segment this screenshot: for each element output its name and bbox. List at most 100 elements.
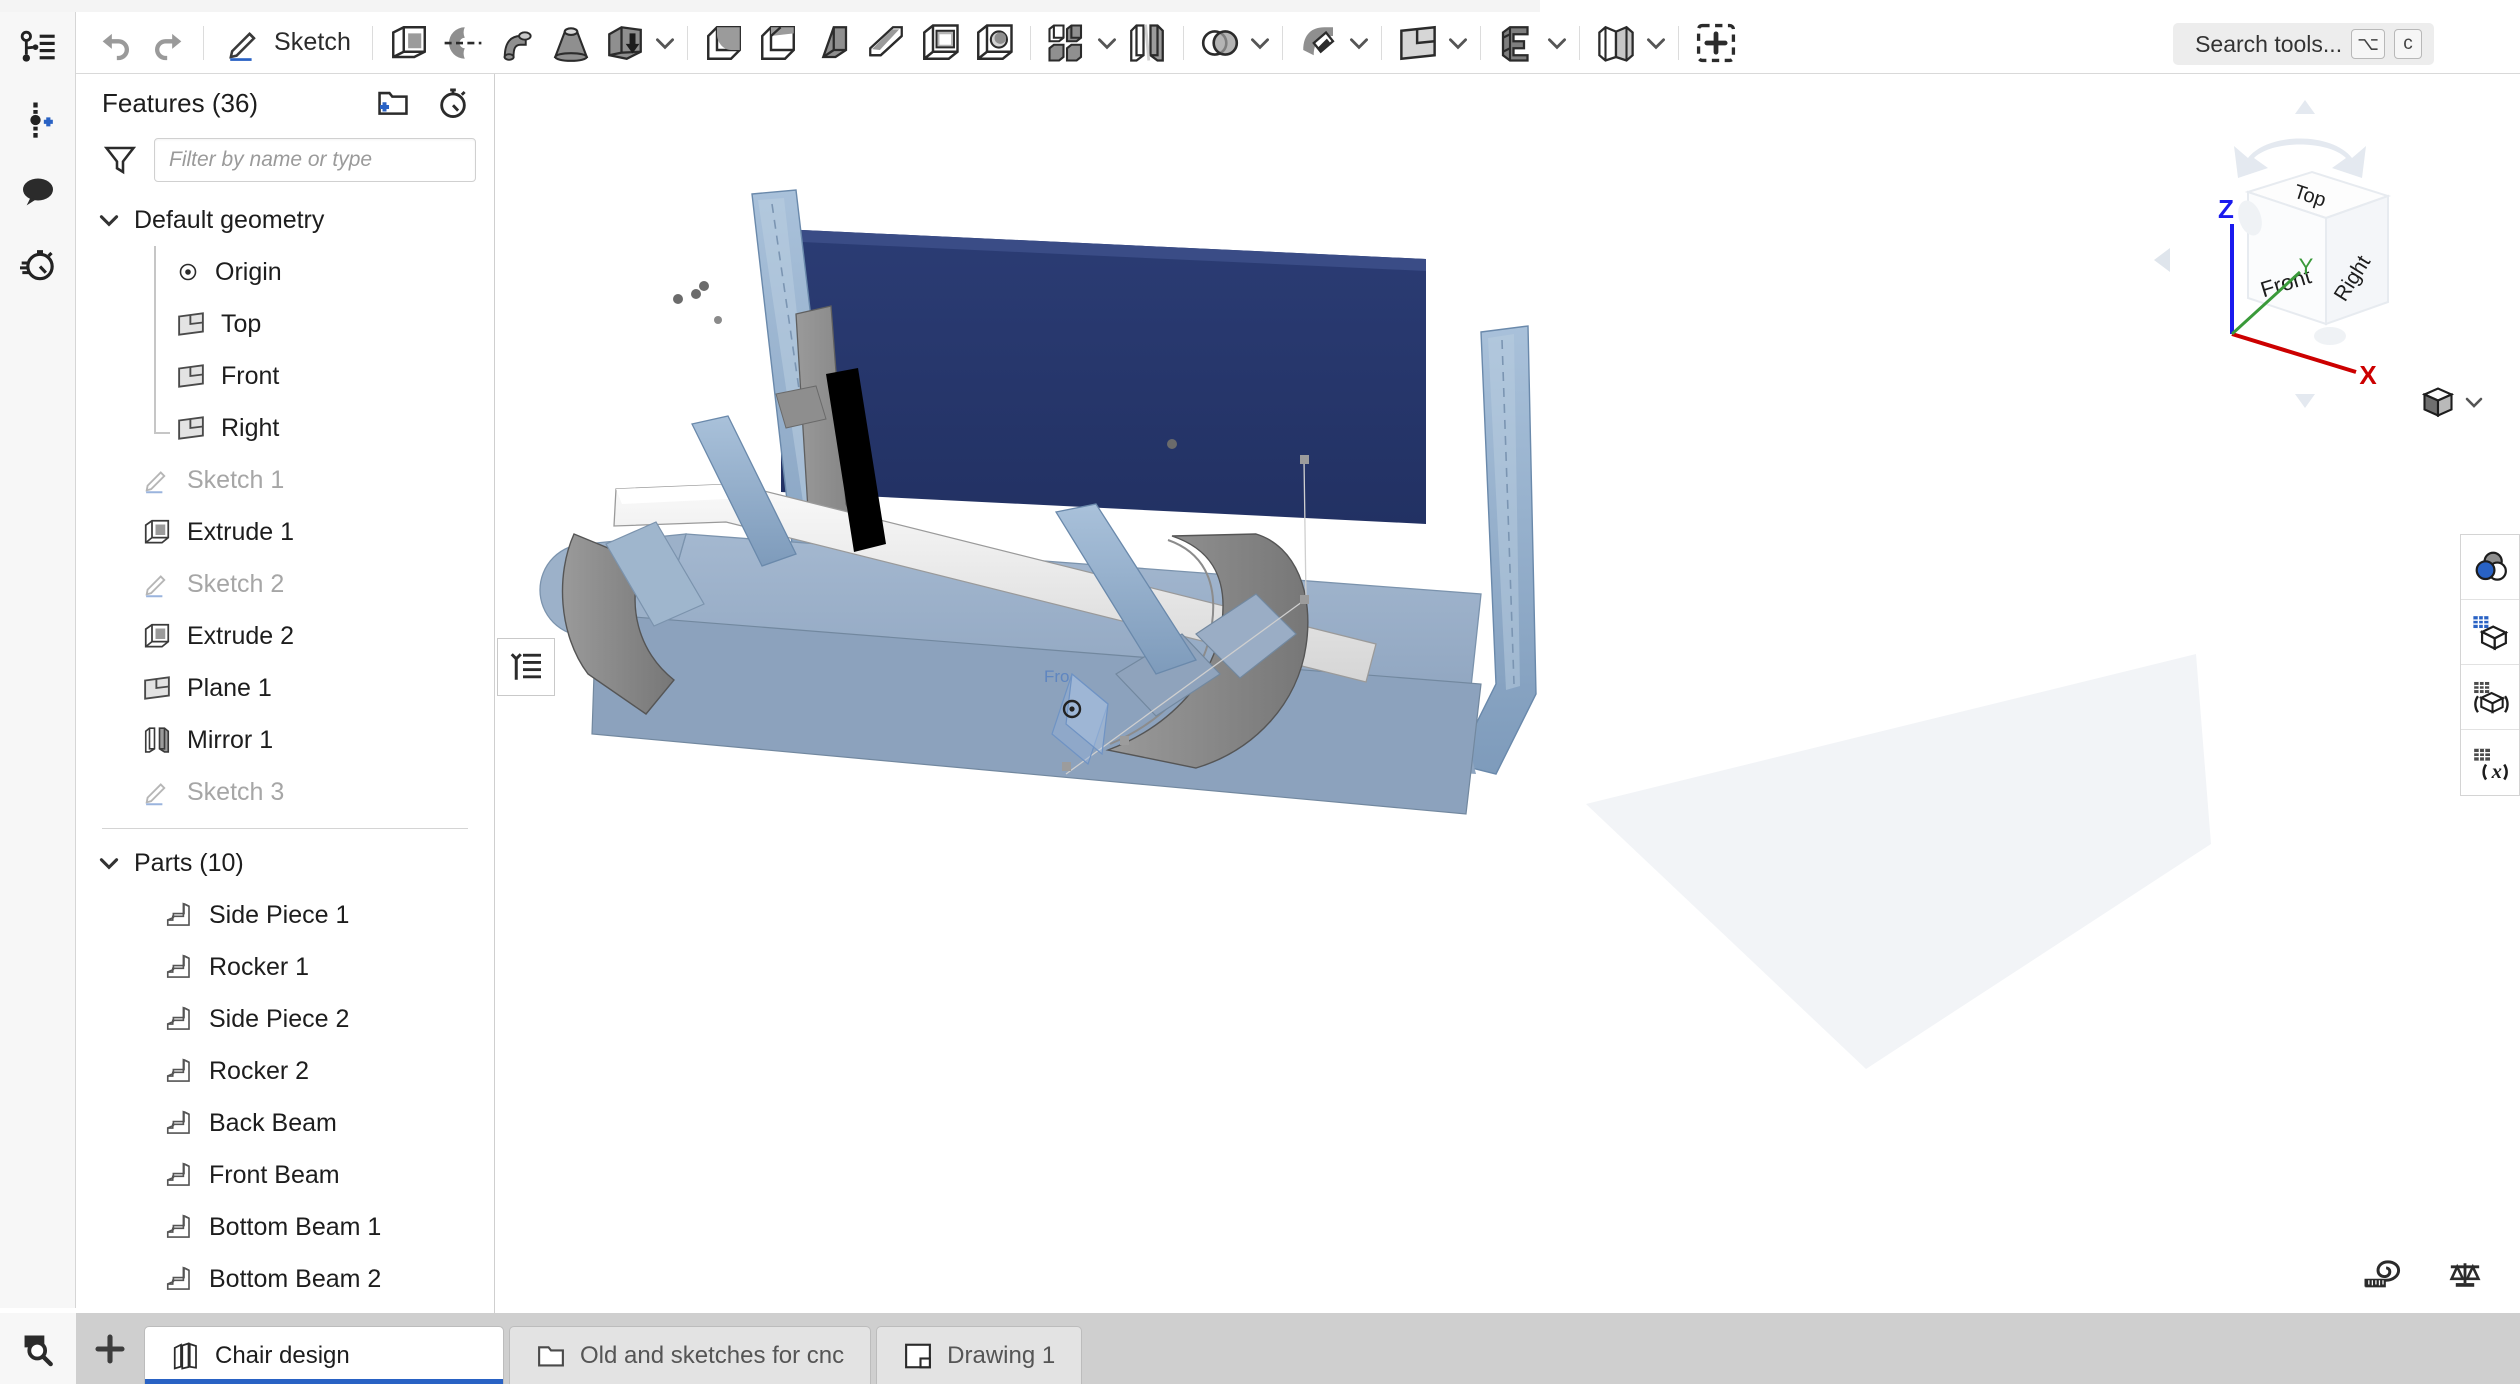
chevron-down-icon — [96, 850, 122, 876]
tree-item-label: Sketch 3 — [187, 778, 284, 807]
split-button[interactable] — [1292, 19, 1346, 67]
toolbar-divider — [203, 26, 204, 60]
features-filter-row — [76, 132, 494, 188]
right-tool-panel: x — [2460, 534, 2520, 796]
tree-item-back-beam[interactable]: Back Beam — [76, 1097, 494, 1149]
chamfer-icon — [757, 22, 799, 64]
redo-button[interactable] — [142, 19, 194, 67]
transform-button[interactable] — [1490, 19, 1544, 67]
pattern-button[interactable] — [1040, 19, 1094, 67]
svg-text:x: x — [2491, 761, 2502, 782]
chevron-down-icon — [1544, 30, 1570, 56]
rollback-history-button[interactable] — [432, 82, 474, 124]
split-dropdown-caret[interactable] — [1346, 19, 1372, 67]
model-render: Fro — [496, 74, 2520, 1313]
thicken-dropdown-caret[interactable] — [652, 19, 678, 67]
tree-item-sketch-2[interactable]: Sketch 2 — [76, 558, 494, 610]
rib-button[interactable] — [859, 19, 913, 67]
mirror-button[interactable] — [1120, 19, 1174, 67]
boolean-dropdown-caret[interactable] — [1247, 19, 1273, 67]
add-tab-button[interactable] — [76, 1313, 144, 1384]
tree-item-bottom-beam-1[interactable]: Bottom Beam 1 — [76, 1201, 494, 1253]
rollback-bar-button[interactable] — [497, 638, 555, 696]
sheetmetal-button[interactable] — [1589, 19, 1643, 67]
viewport-status-tools — [2358, 1254, 2490, 1298]
tree-item-plane-1[interactable]: Plane 1 — [76, 662, 494, 714]
tree-item-front-plane[interactable]: Front — [76, 350, 494, 402]
sidebar-item-history[interactable] — [0, 228, 76, 300]
sidebar-item-create-branch[interactable] — [0, 84, 76, 156]
plane-button[interactable] — [1391, 19, 1445, 67]
variables-button[interactable]: x — [2461, 730, 2519, 795]
page-title: Features (36) — [102, 88, 258, 119]
hole-button[interactable] — [967, 19, 1021, 67]
funnel-icon[interactable] — [102, 142, 138, 178]
chamfer-button[interactable] — [751, 19, 805, 67]
tree-item-side-piece-1[interactable]: Side Piece 1 — [76, 889, 494, 941]
tree-item-origin[interactable]: Origin — [76, 246, 494, 298]
plane-icon — [176, 413, 206, 443]
transform-dropdown-caret[interactable] — [1544, 19, 1570, 67]
draft-button[interactable] — [805, 19, 859, 67]
bbox-handle[interactable] — [1300, 595, 1309, 604]
loft-button[interactable] — [544, 19, 598, 67]
tree-group-default-geometry[interactable]: Default geometry — [76, 194, 494, 246]
tree-item-rocker-1[interactable]: Rocker 1 — [76, 941, 494, 993]
fillet-button[interactable] — [697, 19, 751, 67]
display-mode-button[interactable] — [2414, 378, 2492, 426]
tab-search-button[interactable] — [0, 1313, 76, 1384]
sidebar-item-feature-list[interactable] — [0, 12, 76, 84]
mass-properties-button[interactable] — [2440, 1254, 2490, 1298]
tree-item-top-plane[interactable]: Top — [76, 298, 494, 350]
pattern-dropdown-caret[interactable] — [1094, 19, 1120, 67]
tab-old-sketches-cnc[interactable]: Old and sketches for cnc — [509, 1326, 871, 1384]
tree-group-parts[interactable]: Parts (10) — [76, 837, 494, 889]
tree-item-label: Extrude 2 — [187, 622, 294, 651]
plane-dropdown-caret[interactable] — [1445, 19, 1471, 67]
features-tree: Default geometry Origin — [76, 188, 494, 1313]
sidebar-item-comments[interactable] — [0, 156, 76, 228]
tree-item-bottom-beam-2[interactable]: Bottom Beam 2 — [76, 1253, 494, 1305]
sweep-button[interactable] — [490, 19, 544, 67]
sheetmetal-dropdown-caret[interactable] — [1643, 19, 1669, 67]
tree-item-sketch-3[interactable]: Sketch 3 — [76, 766, 494, 818]
tree-item-side-piece-2[interactable]: Side Piece 2 — [76, 993, 494, 1045]
tree-item-label: Side Piece 1 — [209, 901, 349, 930]
toolbar-divider-2 — [372, 26, 373, 60]
boolean-button[interactable] — [1193, 19, 1247, 67]
tree-item-rocker-2[interactable]: Rocker 2 — [76, 1045, 494, 1097]
tab-label: Chair design — [215, 1342, 350, 1370]
sketch-button[interactable]: Sketch — [213, 19, 363, 67]
shell-button[interactable] — [913, 19, 967, 67]
configurations-button[interactable] — [2461, 600, 2519, 665]
tab-drawing-1[interactable]: Drawing 1 — [876, 1326, 1082, 1384]
tree-item-label: Bottom Beam 1 — [209, 1213, 381, 1242]
tree-item-front-beam[interactable]: Front Beam — [76, 1149, 494, 1201]
insert-button[interactable] — [1688, 19, 1744, 67]
undo-button[interactable] — [90, 19, 142, 67]
features-filter-input[interactable] — [154, 138, 476, 182]
new-folder-button[interactable] — [372, 82, 414, 124]
measure-button[interactable] — [2358, 1254, 2408, 1298]
new-folder-icon — [376, 86, 410, 120]
bbox-handle[interactable] — [1300, 455, 1309, 464]
tree-item-label: Extrude 1 — [187, 518, 294, 547]
extrude-icon — [388, 22, 430, 64]
tree-item-mirror-1[interactable]: Mirror 1 — [76, 714, 494, 766]
tree-item-right-plane[interactable]: Right — [76, 402, 494, 454]
bbox-handle[interactable] — [1062, 762, 1071, 771]
search-tools-button[interactable]: Search tools... ⌥ c — [2173, 23, 2434, 65]
bbox-handle[interactable] — [1120, 736, 1129, 745]
tree-item-label: Sketch 1 — [187, 466, 284, 495]
revolve-button[interactable] — [436, 19, 490, 67]
thicken-button[interactable] — [598, 19, 652, 67]
tab-chair-design[interactable]: Chair design — [144, 1326, 504, 1384]
appearance-button[interactable] — [2461, 535, 2519, 600]
graphics-viewport[interactable]: Fro — [496, 74, 2520, 1313]
chevron-down-icon — [1247, 30, 1273, 56]
tree-item-sketch-1[interactable]: Sketch 1 — [76, 454, 494, 506]
variable-table-button[interactable] — [2461, 665, 2519, 730]
tree-item-extrude-2[interactable]: Extrude 2 — [76, 610, 494, 662]
extrude-button[interactable] — [382, 19, 436, 67]
tree-item-extrude-1[interactable]: Extrude 1 — [76, 506, 494, 558]
